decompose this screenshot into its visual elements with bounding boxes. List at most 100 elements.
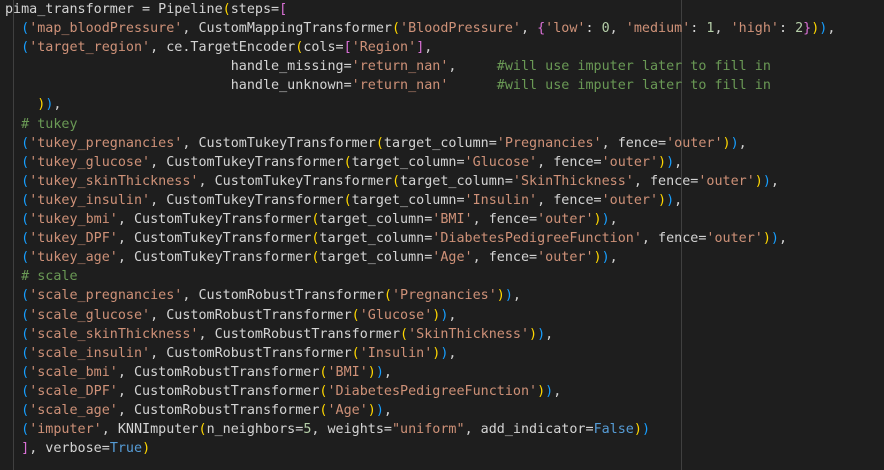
code-line[interactable]: )), xyxy=(5,95,835,114)
code-token-string: 'Pregnancies' xyxy=(496,135,602,151)
code-token-keyword: False xyxy=(593,422,634,438)
code-token-string: 'outer' xyxy=(706,231,763,247)
code-token-default: , verbose= xyxy=(29,441,110,457)
code-token-default: , xyxy=(674,192,683,208)
code-token-bracket3: ( xyxy=(21,364,30,380)
code-token-bracket3: ) xyxy=(545,383,554,399)
code-token-default: , CustomTukeyTransformer xyxy=(117,250,312,266)
code-token-string: 'Region' xyxy=(351,40,417,56)
code-token-string: 'Glucose' xyxy=(464,154,538,170)
code-block[interactable]: pima_transformer = Pipeline(steps=[ ('ma… xyxy=(5,0,835,458)
code-token-bracket2: [ xyxy=(343,40,352,56)
code-line[interactable]: ('scale_insulin', CustomRobustTransforme… xyxy=(5,344,835,363)
code-token-default: , CustomTukeyTransformer xyxy=(150,154,344,170)
code-line[interactable]: ('tukey_DPF', CustomTukeyTransformer(tar… xyxy=(5,229,835,248)
code-line[interactable]: pima_transformer = Pipeline(steps=[ xyxy=(5,0,835,19)
code-token-default: handle_missing= xyxy=(5,59,352,75)
code-token-default: , KNNImputer xyxy=(101,422,199,438)
code-token-default: , CustomMappingTransformer xyxy=(182,21,392,37)
code-token-string: 'target_region' xyxy=(29,40,151,56)
code-line[interactable]: ('scale_pregnancies', CustomRobustTransf… xyxy=(5,286,835,305)
code-editor[interactable]: pima_transformer = Pipeline(steps=[ ('ma… xyxy=(0,0,884,470)
code-token-string: 'tukey_pregnancies' xyxy=(29,135,183,151)
code-token-number: 2 xyxy=(795,21,804,37)
code-token-string: 'medium' xyxy=(625,21,691,37)
code-token-default xyxy=(5,250,21,265)
code-line[interactable]: handle_missing='return_nan', #will use i… xyxy=(5,57,835,76)
code-line[interactable]: ('target_region', ce.TargetEncoder(cols=… xyxy=(5,38,835,57)
code-line[interactable]: ('tukey_bmi', CustomTukeyTransformer(tar… xyxy=(5,210,835,229)
code-token-string: 'outer' xyxy=(537,212,594,228)
code-line[interactable]: # scale xyxy=(5,267,835,286)
code-token-string: 'Insulin' xyxy=(464,192,538,208)
code-line[interactable]: ('scale_age', CustomRobustTransformer('A… xyxy=(5,401,835,420)
code-token-default: : xyxy=(690,21,707,37)
code-line[interactable]: ('map_bloodPressure', CustomMappingTrans… xyxy=(5,19,835,38)
code-token-default: , CustomRobustTransformer xyxy=(117,383,320,399)
code-token-bracket3: ( xyxy=(21,383,30,399)
code-token-bracket1: ) xyxy=(762,231,771,247)
code-line[interactable]: handle_unknown='return_nan' #will use im… xyxy=(5,76,835,95)
code-token-default: , xyxy=(53,97,62,113)
code-token-default: , fence= xyxy=(641,231,707,247)
code-token-default xyxy=(5,288,21,303)
code-line[interactable]: ('tukey_skinThickness', CustomTukeyTrans… xyxy=(5,172,835,191)
code-token-bracket3: ) xyxy=(504,288,513,304)
code-token-default xyxy=(5,403,21,418)
code-token-default: , xyxy=(448,307,457,323)
code-line[interactable]: ], verbose=True) xyxy=(5,439,835,458)
code-token-bracket1: ( xyxy=(375,135,384,151)
code-token-string: 'DiabetesPedigreeFunction' xyxy=(432,231,642,247)
code-token-string: 'imputer' xyxy=(29,422,102,438)
code-token-default: , fence= xyxy=(601,135,667,151)
code-token-default: cols= xyxy=(303,40,344,56)
code-token-string: 'scale_age' xyxy=(29,402,118,418)
code-token-string: 'high' xyxy=(730,21,779,37)
code-line[interactable]: # tukey xyxy=(5,115,835,134)
code-token-default xyxy=(5,346,21,361)
code-token-default: steps= xyxy=(230,2,280,17)
code-token-bracket1: ( xyxy=(351,307,360,323)
code-token-string: 'outer' xyxy=(601,192,659,208)
code-token-default: , fence= xyxy=(537,192,602,208)
code-token-bracket3: ) xyxy=(730,135,739,151)
code-token-default: target_column= xyxy=(319,212,433,228)
code-token-bracket3: ( xyxy=(21,288,30,304)
code-token-default: , CustomRobustTransformer xyxy=(117,402,320,418)
code-token-bracket1: ) xyxy=(142,441,151,457)
code-token-default: , xyxy=(553,383,562,399)
code-token-default: , xyxy=(827,21,836,37)
code-line[interactable]: ('tukey_glucose', CustomTukeyTransformer… xyxy=(5,153,835,172)
code-line[interactable]: ('imputer', KNNImputer(n_neighbors=5, we… xyxy=(5,420,835,439)
code-token-bracket3: ) xyxy=(666,192,675,208)
code-token-bracket3: ( xyxy=(21,345,30,361)
code-line[interactable]: ('tukey_pregnancies', CustomTukeyTransfo… xyxy=(5,134,835,153)
code-line[interactable]: ('scale_skinThickness', CustomRobustTran… xyxy=(5,325,835,344)
code-token-default xyxy=(5,441,21,456)
code-token-string: 'DiabetesPedigreeFunction' xyxy=(327,383,538,399)
code-token-default xyxy=(5,136,21,151)
code-line[interactable]: ('tukey_age', CustomTukeyTransformer(tar… xyxy=(5,248,835,267)
code-token-bracket1: ) xyxy=(496,288,505,304)
code-token-default: target_column= xyxy=(400,173,513,189)
code-line[interactable]: ('scale_glucose', CustomRobustTransforme… xyxy=(5,306,835,325)
code-token-default xyxy=(5,269,21,284)
code-token-default: : xyxy=(778,21,796,37)
code-token-default: target_column= xyxy=(319,250,433,266)
code-token-default: , CustomRobustTransformer xyxy=(198,326,401,342)
code-token-string: 'outer' xyxy=(601,154,659,170)
code-line[interactable]: ('tukey_insulin', CustomTukeyTransformer… xyxy=(5,191,835,210)
code-token-string: 'Age' xyxy=(432,250,473,266)
code-token-default: target_column= xyxy=(351,192,465,208)
code-line[interactable]: ('scale_bmi', CustomRobustTransformer('B… xyxy=(5,363,835,382)
code-token-default xyxy=(5,193,21,208)
code-token-bracket3: ( xyxy=(21,231,30,247)
code-token-bracket1: ) xyxy=(658,154,667,170)
code-line[interactable]: ('scale_DPF', CustomRobustTransformer('D… xyxy=(5,382,835,401)
code-token-bracket1: ( xyxy=(400,326,409,342)
code-token-default xyxy=(5,384,21,399)
code-token-bracket3: ) xyxy=(666,154,675,170)
code-token-default: , CustomRobustTransformer xyxy=(150,307,352,323)
code-token-default xyxy=(5,422,21,437)
code-token-bracket3: ( xyxy=(21,40,30,56)
